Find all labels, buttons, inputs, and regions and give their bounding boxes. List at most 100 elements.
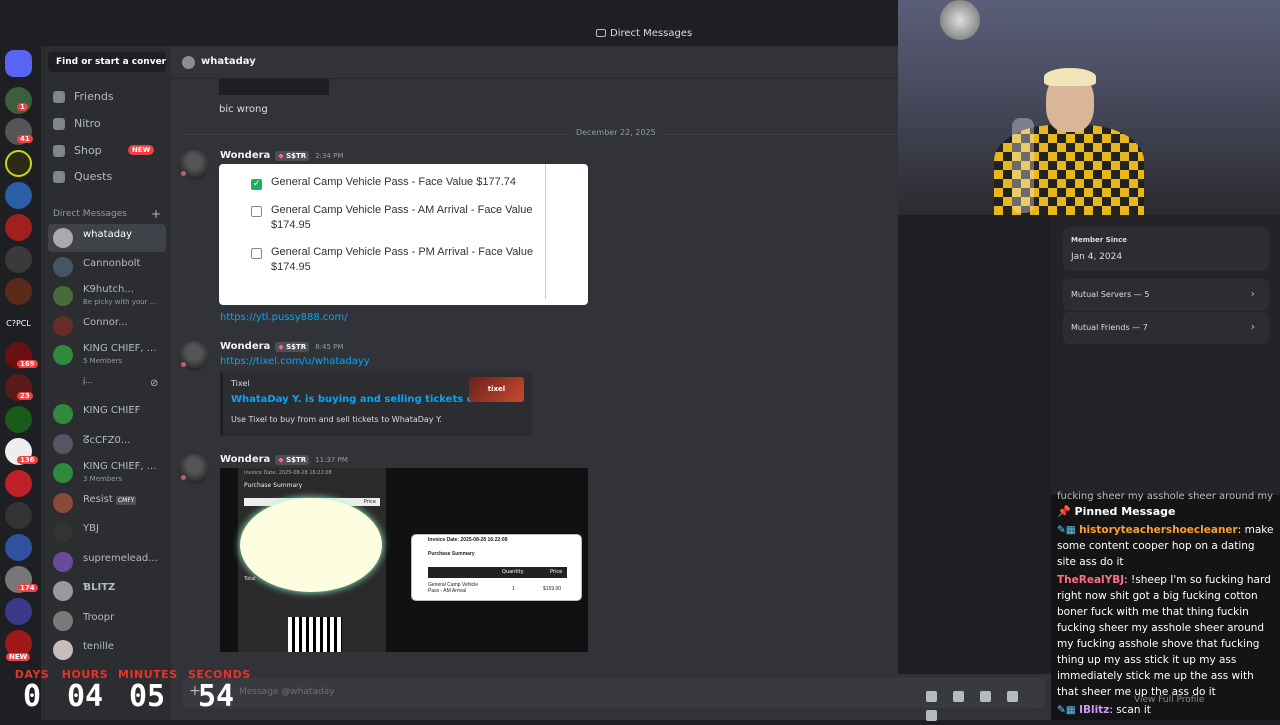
add-dm-icon[interactable]: + [151,207,161,221]
gem-icon: ◆ [278,456,287,464]
countdown-hours: HOURS 04 [61,668,109,714]
gem-icon: ◆ [278,152,287,160]
dm-item[interactable]: tenille [48,636,166,664]
server-icon[interactable]: C?PCL [5,310,32,337]
composer-area: + Message @whataday [171,674,1051,721]
server-icon[interactable] [5,598,32,625]
title-bar: Direct Messages [0,0,898,46]
dm-item[interactable]: KING CHIEF, ... 5 Members [48,341,166,369]
dm-item[interactable]: Troopr [48,607,166,635]
server-rail: 1 41 C?PCL 169 23 136 174 NEW [0,46,40,720]
embed-provider[interactable]: Tixel [231,379,250,388]
chat-header: whataday [171,46,898,79]
dm-item[interactable]: ᘔcCFZ0... [48,430,166,458]
avatar [53,611,73,631]
embed-thumbnail[interactable]: tixel [469,377,524,402]
server-icon[interactable] [5,246,32,273]
dm-item[interactable]: YBJ [48,518,166,546]
checkbox-icon [251,206,262,217]
status-dot [179,360,188,369]
message-link[interactable]: https://tixel.com/u/whatadayy [220,356,370,367]
message-input[interactable]: + Message @whataday [183,678,1045,721]
dm-item[interactable]: whataday [48,224,166,252]
window-title: Direct Messages [596,28,692,39]
server-icon[interactable] [5,150,32,177]
dm-item[interactable]: KING CHIEF [48,400,166,428]
message-list: bic wrong December 22, 2025 Wondera ◆ S$T… [171,79,898,674]
nav-quests[interactable]: Quests [53,170,112,188]
pin-icon: 📌 [1057,505,1075,518]
guild-tag: CMFY [115,496,137,505]
gift-icon[interactable] [926,691,937,702]
dm-item[interactable]: ƁLITZ [48,577,166,605]
discord-home-icon[interactable] [5,50,32,77]
shop-icon [53,145,65,157]
server-icon[interactable] [5,406,32,433]
server-icon[interactable] [5,214,32,241]
nitro-icon [53,118,65,130]
countdown-days: DAYS 0 [14,668,50,714]
webcam-feed [898,0,1280,215]
avatar [53,228,73,248]
ticket-option: General Camp Vehicle Pass - PM Arrival -… [251,245,536,275]
server-icon[interactable] [5,534,32,561]
streamer-hair [1044,68,1096,86]
ticket-option: General Camp Vehicle Pass - AM Arrival -… [251,203,536,233]
dm-item[interactable]: Resist CMFY [48,489,166,517]
qr-code [288,617,342,652]
checkbox-checked-icon [251,178,262,190]
date-divider: December 22, 2025 [183,128,898,137]
apps-icon[interactable] [926,710,937,721]
status-dot [179,473,188,482]
composer-tools [926,687,1045,725]
server-badge: 136 [17,456,38,464]
badge-icon: ✎▦ [1057,524,1080,536]
gif-icon[interactable] [953,691,964,702]
pinned-message-header: 📌 Pinned Message [1057,505,1176,518]
chevron-right-icon: › [1250,320,1255,333]
nav-nitro[interactable]: Nitro [53,117,101,135]
countdown-seconds: SECONDS 54 [188,668,251,714]
chat-message: TheRealYBJ: !sheep I'm so fucking hard r… [1057,574,1271,698]
server-badge: 174 [17,584,38,592]
avatar [182,56,195,69]
dm-item[interactable]: j... ⊘ [48,371,166,399]
ticket-option: General Camp Vehicle Pass - Face Value $… [251,176,516,190]
status-dot [179,169,188,178]
avatar [53,522,73,542]
message-text: bic wrong [219,104,268,115]
nav-shop[interactable]: Shop NEW [53,144,155,162]
dm-header: Direct Messages + [53,207,161,221]
nav-friends[interactable]: Friends [53,90,114,108]
guild-tag: ◆ S$TR [275,342,310,352]
dm-item[interactable]: K9hutch... Be picky with your ... [48,282,166,310]
avatar [53,286,73,306]
server-badge: 169 [17,360,38,368]
sticker-icon[interactable] [980,691,991,702]
server-icon[interactable] [5,470,32,497]
chevron-right-icon: › [1250,287,1255,300]
friends-icon [53,91,65,103]
dm-item[interactable]: Connor... [48,312,166,340]
image-attachment[interactable]: Invoice Date: 2025-08-28 16:22:08 Purcha… [220,468,588,652]
dm-item[interactable]: Cannonbolt [48,253,166,281]
badge-icon: ✎▦ [1057,704,1080,716]
emoji-icon[interactable] [1007,691,1018,702]
image-attachment[interactable]: General Camp Vehicle Pass - Face Value $… [219,164,588,305]
server-icon[interactable] [5,182,32,209]
blocked-icon: ⊘ [150,378,159,389]
message-link[interactable]: https://ytl.pussy888.com/ [220,312,348,323]
dm-item[interactable]: KING CHIEF, ... 3 Members [48,459,166,487]
speech-bubble-overlay [240,498,382,592]
server-icon[interactable] [5,278,32,305]
mutual-servers-button[interactable]: Mutual Servers — 5 › [1063,279,1269,311]
attachment-fragment [219,79,329,95]
dm-item[interactable]: supremelead... [48,548,166,576]
mutual-friends-button[interactable]: Mutual Friends — 7 › [1063,312,1269,344]
find-conversation-input[interactable]: Find or start a convers... [48,52,166,72]
quests-icon [53,171,65,183]
server-icon[interactable] [5,502,32,529]
scrollbar [545,164,546,299]
guild-tag: ◆ S$TR [275,455,310,465]
checkbox-icon [251,248,262,259]
